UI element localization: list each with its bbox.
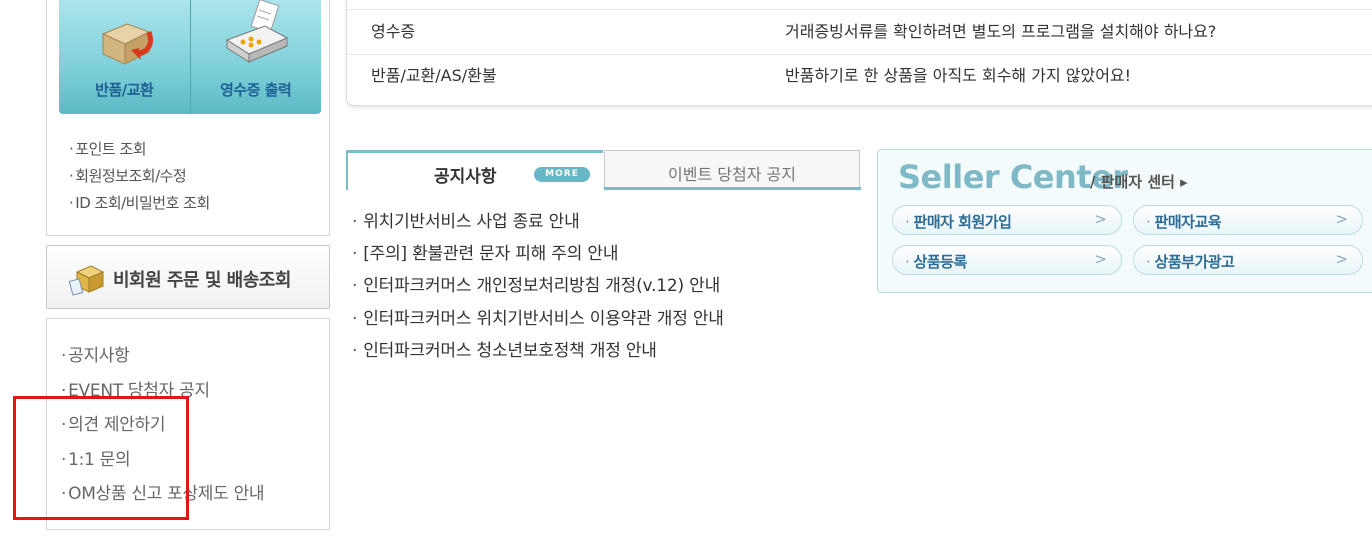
notice-item[interactable]: 인터파크커머스 청소년보호정책 개정 안내 (352, 335, 724, 367)
quick-link-point[interactable]: 포인트 조회 (69, 136, 210, 163)
quick-links: 포인트 조회 회원정보조회/수정 ID 조회/비밀번호 조회 (69, 136, 210, 217)
return-exchange-label: 반품/교환 (95, 81, 154, 99)
faq-question: 거래증빙서류를 확인하려면 별도의 프로그램을 설치해야 하나요? (785, 22, 1217, 41)
tab-notice-label: 공지사항 (434, 167, 497, 187)
faq-category: 반품/교환/AS/환불 (371, 66, 497, 85)
seller-join-label: 판매자 회원가입 (905, 211, 1012, 232)
quick-link-id-password[interactable]: ID 조회/비밀번호 조회 (69, 190, 210, 217)
notice-item[interactable]: 위치기반서비스 사업 종료 안내 (352, 206, 724, 238)
support-links: 공지사항 EVENT 당첨자 공지 의견 제안하기 1:1 문의 OM상품 신고… (61, 339, 264, 512)
product-register-button[interactable]: 상품등록 > (892, 245, 1122, 275)
seller-center-panel: Seller Center / 판매자 센터 ▸ 판매자 회원가입 > 판매자교… (877, 149, 1372, 293)
product-ad-label: 상품부가광고 (1146, 251, 1235, 272)
faq-row[interactable]: 영수증 거래증빙서류를 확인하려면 별도의 프로그램을 설치해야 하나요? (347, 9, 1372, 55)
seller-join-button[interactable]: 판매자 회원가입 > (892, 205, 1122, 235)
tab-divider (604, 187, 861, 190)
product-register-label: 상품등록 (905, 251, 968, 272)
notice-list: 위치기반서비스 사업 종료 안내 [주의] 환불관련 문자 피해 주의 안내 인… (352, 206, 724, 367)
receipt-print-label: 영수증 출력 (220, 81, 292, 99)
my-shopping-box: 반품/교환 영수증 출력 포인트 조회 회원정보조회/수정 ID 조회/비밀번호… (46, 0, 330, 236)
receipt-print-tile[interactable]: 영수증 출력 (189, 0, 321, 114)
tab-notice[interactable]: 공지사항 MORE (346, 150, 603, 190)
quick-link-member-info[interactable]: 회원정보조회/수정 (69, 163, 210, 190)
faq-question: 반품하기로 한 상품을 아직도 회수해 가지 않았어요! (785, 66, 1132, 85)
notice-item[interactable]: 인터파크커머스 위치기반서비스 이용약관 개정 안내 (352, 303, 724, 335)
notice-item[interactable]: 인터파크커머스 개인정보처리방침 개정(v.12) 안내 (352, 270, 724, 302)
chevron-right-icon: > (1335, 250, 1348, 268)
support-link-one-on-one[interactable]: 1:1 문의 (61, 443, 264, 478)
more-button[interactable]: MORE (534, 167, 590, 182)
customer-support-box: 공지사항 EVENT 당첨자 공지 의견 제안하기 1:1 문의 OM상품 신고… (46, 318, 330, 530)
product-ad-button[interactable]: 상품부가광고 > (1133, 245, 1363, 275)
receipt-printer-icon (225, 0, 288, 63)
notice-item[interactable]: [주의] 환불관련 문자 피해 주의 안내 (352, 238, 724, 270)
return-exchange-tile[interactable]: 반품/교환 (59, 0, 190, 114)
seller-education-button[interactable]: 판매자교육 > (1133, 205, 1363, 235)
package-icon (69, 265, 105, 296)
support-link-event-winners[interactable]: EVENT 당첨자 공지 (61, 374, 264, 409)
tab-event-winners[interactable]: 이벤트 당첨자 공지 (604, 150, 860, 190)
seller-center-subtitle[interactable]: / 판매자 센터 ▸ (1090, 171, 1188, 192)
service-tiles: 반품/교환 영수증 출력 (59, 0, 321, 114)
seller-education-label: 판매자교육 (1146, 211, 1222, 232)
support-link-om-report[interactable]: OM상품 신고 포상제도 안내 (61, 477, 264, 512)
guest-order-label: 비회원 주문 및 배송조회 (113, 270, 291, 291)
guest-order-button[interactable]: 비회원 주문 및 배송조회 (46, 245, 330, 309)
chevron-right-icon: > (1094, 250, 1107, 268)
support-link-suggestion[interactable]: 의견 제안하기 (61, 408, 264, 443)
box-return-icon (101, 23, 153, 65)
chevron-right-icon: > (1335, 210, 1348, 228)
support-link-notice[interactable]: 공지사항 (61, 339, 264, 374)
faq-category: 영수증 (371, 22, 416, 41)
faq-table: 영수증 거래증빙서류를 확인하려면 별도의 프로그램을 설치해야 하나요? 반품… (346, 0, 1372, 106)
chevron-right-icon: > (1094, 210, 1107, 228)
faq-row[interactable]: 반품/교환/AS/환불 반품하기로 한 상품을 아직도 회수해 가지 않았어요! (347, 54, 1372, 98)
tab-event-label: 이벤트 당첨자 공지 (668, 165, 796, 184)
